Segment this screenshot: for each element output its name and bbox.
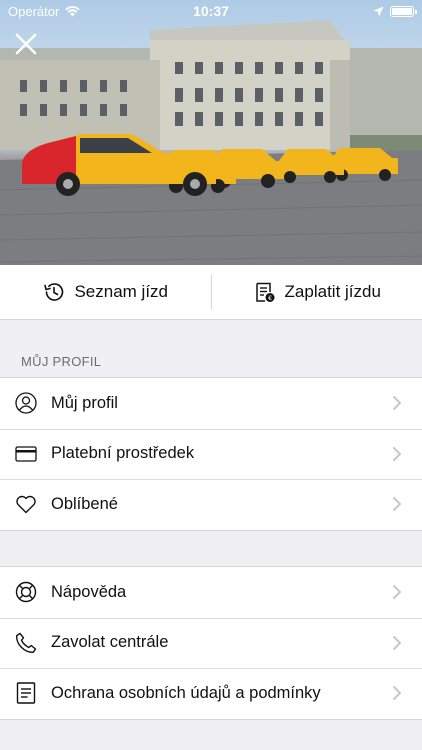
chevron-right-icon: [393, 446, 401, 461]
menu-item-label: Zavolat centrále: [51, 633, 169, 652]
menu-item-call-dispatch[interactable]: Zavolat centrále: [0, 617, 422, 669]
menu-item-my-profile[interactable]: Můj profil: [0, 378, 422, 429]
location-arrow-icon: [373, 6, 384, 16]
chevron-right-icon: [393, 635, 401, 650]
user-icon: [14, 391, 38, 415]
taxi-photo: [0, 20, 422, 265]
carrier-label: Operátor: [8, 3, 60, 19]
menu-item-label: Můj profil: [51, 393, 118, 412]
menu-item-payment-method[interactable]: Platební prostředek: [0, 428, 422, 480]
chevron-right-icon: [393, 585, 401, 600]
hero-image: [0, 0, 422, 265]
menu-item-help[interactable]: Nápověda: [0, 567, 422, 618]
menu-item-label: Nápověda: [51, 582, 127, 601]
chevron-right-icon: [393, 396, 401, 411]
wifi-icon: [65, 5, 81, 16]
close-button[interactable]: [12, 30, 40, 58]
menu-item-privacy-terms[interactable]: Ochrana osobních údajů a podmínky: [0, 668, 422, 719]
history-icon: [44, 283, 64, 301]
chevron-right-icon: [393, 686, 401, 701]
menu-item-favorites[interactable]: Oblíbené: [0, 479, 422, 530]
ride-history-label: Seznam jízd: [74, 282, 169, 301]
heart-icon: [14, 492, 38, 516]
close-icon: [15, 33, 37, 55]
pay-ride-button[interactable]: € Zaplatit jízdu: [212, 265, 422, 319]
chevron-right-icon: [393, 497, 401, 512]
status-bar: Operátor 10:37: [0, 0, 422, 22]
battery-icon: [390, 5, 417, 17]
profile-section-title: MŮJ PROFIL: [21, 354, 102, 369]
action-bar: Seznam jízd € Zaplatit jízdu: [0, 265, 422, 320]
svg-text:€: €: [268, 295, 272, 302]
menu-item-label: Ochrana osobních údajů a podmínky: [51, 683, 321, 702]
document-icon: [14, 681, 38, 705]
profile-list: Můj profil Platební prostředek Oblíbené: [0, 377, 422, 531]
receipt-payment-icon: €: [255, 282, 275, 302]
menu-item-label: Platební prostředek: [51, 444, 195, 463]
lifebuoy-icon: [14, 580, 38, 604]
pay-ride-label: Zaplatit jízdu: [284, 282, 381, 301]
menu-item-label: Oblíbené: [51, 494, 118, 513]
support-list: Nápověda Zavolat centrále Ochrana osobní…: [0, 566, 422, 720]
ride-history-button[interactable]: Seznam jízd: [0, 265, 211, 319]
credit-card-icon: [14, 442, 38, 466]
phone-icon: [14, 631, 38, 655]
